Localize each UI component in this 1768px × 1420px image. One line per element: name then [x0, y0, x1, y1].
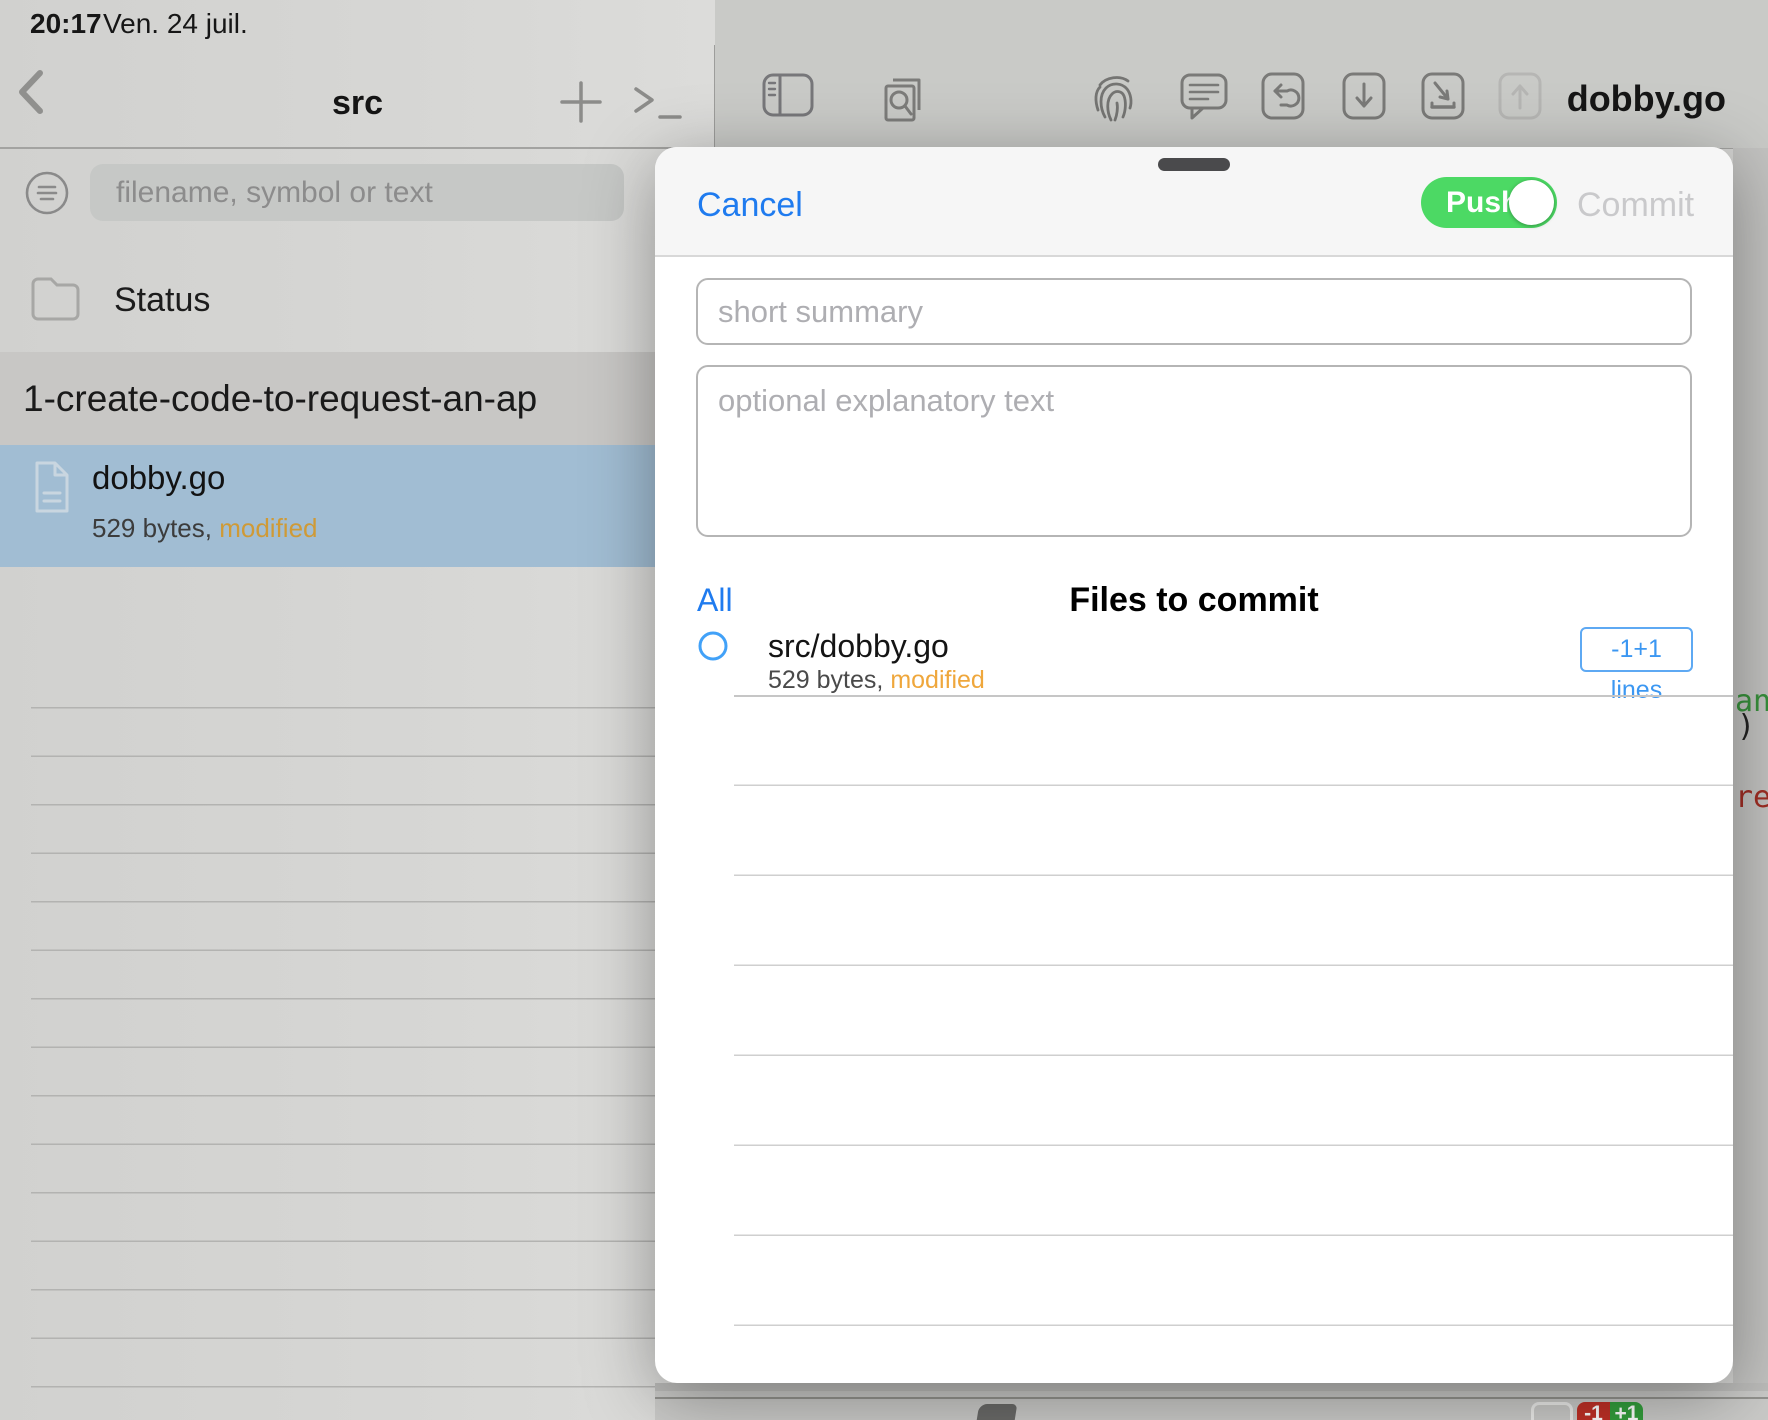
commit-description-input[interactable] — [696, 365, 1692, 537]
folder-icon — [29, 272, 81, 322]
download-tray-icon — [1421, 72, 1465, 120]
comments-button[interactable] — [1179, 72, 1229, 122]
sidebar-toggle-button[interactable] — [761, 72, 815, 118]
sidebar-panel-icon — [761, 72, 815, 118]
document-search-icon — [877, 72, 931, 124]
commit-file-meta: 529 bytes, modified — [768, 666, 985, 695]
status-bar-time: 20:17 — [30, 8, 102, 39]
sidebar-item-status[interactable] — [0, 255, 715, 335]
status-row-label: Status — [114, 281, 211, 319]
branch-section-header[interactable]: 1-create-code-to-request-an-ap — [0, 352, 715, 445]
undo-icon — [1261, 72, 1305, 120]
terminal-prompt-icon — [633, 84, 687, 122]
push-button-toolbar[interactable] — [1498, 72, 1542, 120]
terminal-button[interactable] — [633, 84, 687, 122]
diff-window-icon[interactable] — [1531, 1402, 1573, 1420]
document-icon — [30, 460, 74, 514]
file-size: 529 bytes, — [92, 513, 212, 543]
sheet-empty-row-separators — [734, 696, 1733, 1330]
pull-button[interactable] — [1421, 72, 1465, 120]
keyboard-accessory-icon — [976, 1404, 1018, 1420]
diff-lines-badge[interactable]: -1+1 lines — [1580, 627, 1693, 704]
files-to-commit-title: Files to commit — [1069, 581, 1319, 619]
move-down-button[interactable] — [1342, 72, 1386, 120]
editor-toolbar — [715, 0, 1768, 148]
undo-button[interactable] — [1261, 72, 1305, 120]
lines-removed-badge[interactable]: -1 — [1577, 1402, 1610, 1420]
arrow-down-square-icon — [1342, 72, 1386, 120]
status-bar-date: Ven. 24 juil. — [103, 8, 248, 39]
push-toggle[interactable]: Push — [1421, 177, 1557, 228]
code-editor-peek: an ) re — [1733, 148, 1768, 1390]
cancel-button[interactable]: Cancel — [697, 186, 803, 225]
find-in-files-button[interactable] — [877, 72, 931, 124]
file-status: modified — [219, 513, 318, 543]
filter-icon — [24, 170, 70, 216]
filter-button[interactable] — [24, 170, 70, 216]
auth-button[interactable] — [1091, 72, 1141, 126]
fingerprint-icon — [1091, 72, 1141, 126]
commit-file-status: modified — [890, 666, 985, 694]
code-fragment: ) — [1737, 709, 1756, 744]
file-select-radio[interactable] — [697, 630, 729, 662]
lines-added-badge[interactable]: +1 — [1610, 1402, 1643, 1420]
app-screen: 20:17 Ven. 24 juil. src filename, symbol… — [0, 0, 1768, 1420]
arrow-up-square-icon — [1498, 72, 1542, 120]
commit-button[interactable]: Commit — [1577, 186, 1694, 225]
editor-file-title: dobby.go — [1566, 78, 1726, 119]
commit-summary-input[interactable] — [696, 278, 1692, 345]
commit-file-size: 529 bytes, — [768, 666, 884, 694]
plus-icon — [560, 81, 602, 123]
commit-file-path[interactable]: src/dobby.go — [768, 628, 949, 665]
sheet-grab-handle[interactable] — [1158, 158, 1230, 171]
file-row-meta: 529 bytes, modified — [92, 513, 318, 544]
code-fragment: re — [1735, 780, 1768, 815]
add-file-button[interactable] — [560, 81, 602, 123]
comment-bubble-icon — [1179, 72, 1229, 122]
panel-title: src — [331, 84, 384, 122]
empty-row-separators — [31, 660, 655, 1420]
file-row-title: dobby.go — [92, 459, 226, 496]
bottom-bar-divider — [655, 1397, 1768, 1399]
toggle-knob — [1509, 180, 1554, 225]
search-input[interactable]: filename, symbol or text — [90, 164, 624, 221]
